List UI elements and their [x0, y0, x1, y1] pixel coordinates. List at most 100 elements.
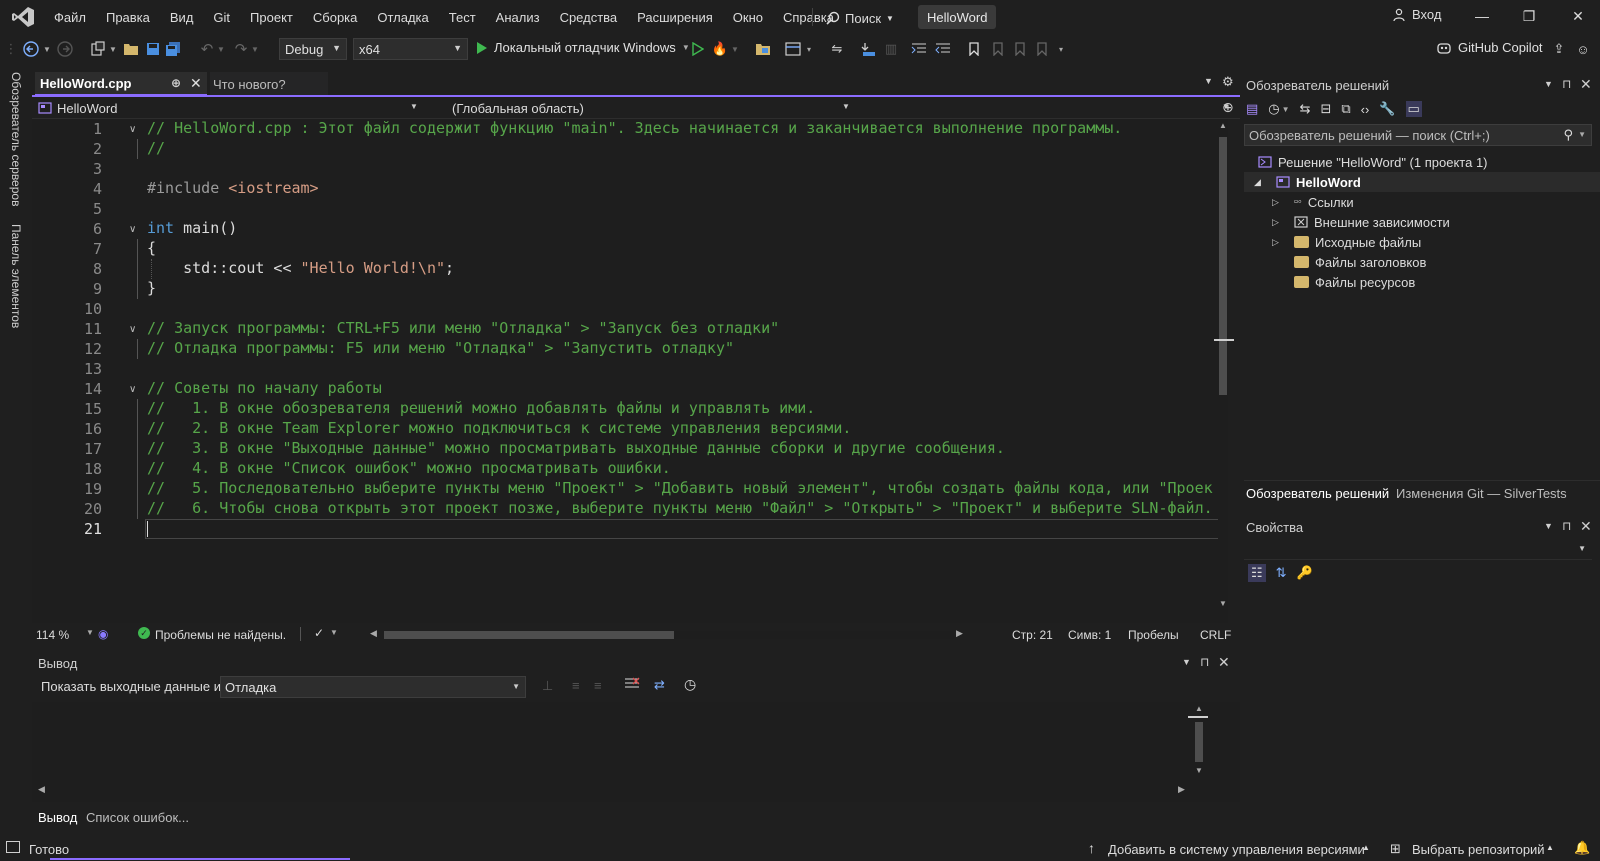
collapsed-arrow-icon[interactable]: ▷ [1272, 217, 1279, 228]
collapsed-arrow-icon[interactable]: ▷ [1272, 197, 1279, 208]
share-icon[interactable]: ⇪ [1550, 39, 1568, 59]
column-indicator[interactable]: Симв: 1 [1068, 628, 1111, 642]
tab-list-icon[interactable]: ▼ [1204, 76, 1213, 86]
chevron-up-icon[interactable]: ▲ [1546, 843, 1554, 852]
pending-changes-filter-icon[interactable]: ◷ [1268, 101, 1279, 117]
new-project-icon[interactable] [88, 39, 108, 59]
menu-build[interactable]: Сборка [303, 10, 368, 25]
menu-tools[interactable]: Средства [550, 10, 628, 25]
configuration-select[interactable]: Debug ▼ [279, 38, 347, 60]
navigate-forward-icon[interactable] [56, 39, 74, 59]
close-icon[interactable]: ✕ [1580, 76, 1592, 93]
chevron-down-icon[interactable]: ▼ [1578, 130, 1586, 139]
menu-view[interactable]: Вид [160, 10, 204, 25]
next-bookmark-icon[interactable] [1012, 39, 1028, 59]
add-to-source-control-button[interactable]: Добавить в систему управления версиями [1108, 842, 1365, 857]
chevron-up-icon[interactable]: ▲ [1362, 843, 1370, 852]
save-all-icon[interactable] [164, 39, 182, 59]
clear-all-icon[interactable] [624, 677, 640, 694]
output-window-icon[interactable] [6, 841, 20, 853]
menu-window[interactable]: Окно [723, 10, 773, 25]
toolbar-overflow-icon[interactable]: ▾ [1056, 39, 1066, 59]
solution-folder-icon[interactable] [754, 39, 772, 59]
code-editor[interactable]: 1 2 3 4 5 6 7 8 9 10 11 12 13 14 15 16 1… [32, 119, 1234, 623]
gear-icon[interactable]: ⚙ [1222, 74, 1234, 90]
solution-node[interactable]: Решение "HelloWord" (1 проекта 1) [1258, 152, 1488, 172]
timestamp-icon[interactable]: ◷ [684, 676, 696, 693]
pin-icon[interactable]: ⊕ [171, 76, 181, 90]
categorized-icon[interactable]: ☷ [1248, 564, 1266, 582]
close-icon[interactable]: ✕ [1218, 654, 1230, 671]
expanded-arrow-icon[interactable]: ◢ [1254, 177, 1261, 188]
window-position-icon[interactable]: ▼ [1182, 657, 1191, 667]
chevron-down-icon[interactable]: ▼ [108, 39, 118, 59]
project-dropdown[interactable]: HelloWord ▼ [38, 98, 418, 118]
output-source-select[interactable]: Отладка ▼ [220, 676, 526, 698]
platform-select[interactable]: x64 ▼ [353, 38, 468, 60]
start-debugging-button[interactable]: Локальный отладчик Windows ▼ [476, 40, 690, 55]
collapsed-arrow-icon[interactable]: ▷ [1272, 237, 1279, 248]
copilot-status-icon[interactable]: ◉ [98, 627, 108, 641]
editor-vertical-scrollbar[interactable]: ▲ ▼ [1214, 119, 1234, 623]
view-code-icon[interactable]: ‹› [1361, 102, 1370, 117]
close-icon[interactable]: ✕ [1580, 518, 1592, 535]
tree-item-header-files[interactable]: Файлы заголовков [1294, 252, 1426, 272]
toggle-word-wrap-icon[interactable]: ⇄ [654, 677, 665, 693]
step-over-icon[interactable]: ▥ [882, 39, 900, 59]
minimize-button[interactable]: — [1472, 6, 1492, 26]
indent-decrease-icon[interactable] [910, 39, 928, 59]
start-without-debugging-icon[interactable] [690, 39, 706, 59]
navigate-back-icon[interactable] [22, 39, 40, 59]
clear-bookmarks-icon[interactable] [1034, 39, 1050, 59]
tree-item-resource-files[interactable]: Файлы ресурсов [1294, 272, 1415, 292]
indent-increase-icon[interactable] [934, 39, 952, 59]
bookmark-icon[interactable] [966, 39, 982, 59]
zoom-level[interactable]: 114 % [36, 628, 69, 642]
scope-dropdown[interactable]: (Глобальная область) ▼ [452, 98, 850, 118]
scroll-down-icon[interactable]: ▼ [1195, 766, 1203, 775]
chevron-down-icon[interactable]: ▼ [330, 628, 338, 637]
menu-extensions[interactable]: Расширения [627, 10, 723, 25]
pin-icon[interactable]: ⊓ [1200, 655, 1209, 669]
preview-selected-icon[interactable]: ▭ [1405, 101, 1422, 117]
open-folder-icon[interactable] [122, 39, 140, 59]
menu-analyze[interactable]: Анализ [486, 10, 550, 25]
scroll-up-icon[interactable]: ▲ [1195, 704, 1203, 713]
menu-file[interactable]: Файл [44, 10, 96, 25]
show-all-files-icon[interactable]: ⧉ [1341, 101, 1350, 117]
menu-edit[interactable]: Правка [96, 10, 160, 25]
issues-status[interactable]: Проблемы не найдены. [155, 628, 286, 642]
output-text-area[interactable]: ▲ ▼ ◀ ▶ [32, 702, 1240, 802]
sync-with-document-icon[interactable]: ⇆ [1300, 101, 1311, 117]
window-position-icon[interactable]: ▼ [1544, 79, 1553, 89]
tree-item-source-files[interactable]: Исходные файлы [1294, 232, 1421, 252]
whitespace-indicator[interactable]: Пробелы [1128, 628, 1179, 642]
tab-git-changes[interactable]: Изменения Git — SilverTests [1396, 486, 1567, 501]
split-editor-icon[interactable]: ⊕ [1222, 99, 1234, 116]
collapse-icon[interactable]: ∨ [129, 224, 136, 235]
notifications-bell-icon[interactable]: 🔔 [1574, 840, 1590, 856]
editor-horizontal-scrollbar[interactable] [384, 631, 954, 639]
step-into-icon[interactable] [860, 39, 878, 59]
alphabetical-icon[interactable]: ⇅ [1276, 565, 1287, 581]
properties-object-select[interactable]: ▼ [1244, 540, 1592, 560]
collapse-icon[interactable]: ∨ [129, 384, 136, 395]
window-position-icon[interactable]: ▼ [1544, 521, 1553, 531]
scroll-left-icon[interactable]: ◀ [370, 628, 377, 639]
select-repository-button[interactable]: Выбрать репозиторий [1412, 842, 1545, 857]
toggle-comment-icon[interactable]: ⇋ [828, 39, 846, 59]
sign-in-button[interactable]: Вход [1392, 7, 1441, 22]
menu-project[interactable]: Проект [240, 10, 303, 25]
next-message-icon[interactable]: ≡ [594, 678, 602, 693]
search-icon[interactable]: ⚲ [1563, 127, 1573, 143]
collapse-icon[interactable]: ∨ [129, 124, 136, 135]
tab-hellowordcpp[interactable]: HelloWord.cpp ⊕ ✕ [35, 72, 207, 96]
collapse-all-icon[interactable]: ⊟ [1320, 101, 1331, 117]
pin-icon[interactable]: ⊓ [1562, 77, 1571, 91]
chevron-down-icon[interactable]: ▼ [1282, 105, 1290, 114]
toolbox-tab[interactable]: Панель элементов [9, 224, 23, 328]
scroll-right-icon[interactable]: ▶ [956, 628, 963, 639]
undo-icon[interactable]: ↶ [198, 39, 216, 59]
github-copilot-button[interactable]: GitHub Copilot [1436, 40, 1543, 55]
previous-message-icon[interactable]: ≡ [572, 678, 580, 693]
